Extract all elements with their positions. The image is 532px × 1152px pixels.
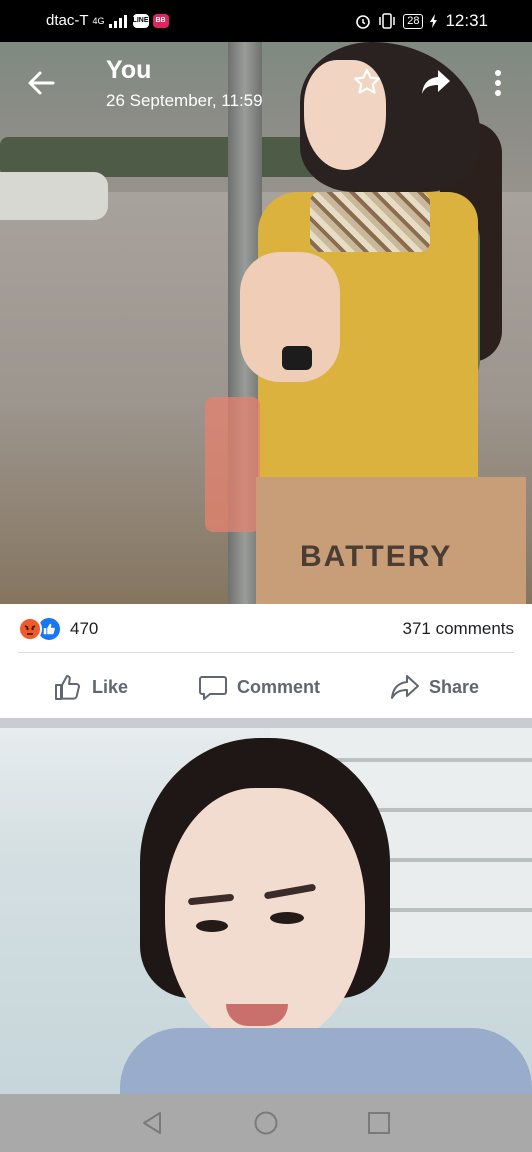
photo2-eye-right	[270, 912, 304, 924]
photo-viewer-header: You 26 September, 11:59	[0, 42, 532, 122]
back-arrow-icon[interactable]	[26, 68, 56, 98]
post-separator	[0, 718, 532, 728]
action-bar: Like Comment Share	[0, 666, 532, 708]
clock: 12:31	[445, 11, 488, 30]
carrier-label: dtac-T	[46, 12, 89, 29]
photo2-eye-left	[196, 920, 228, 932]
reaction-count: 470	[70, 619, 99, 638]
post-photo[interactable]: BATTERY	[0, 42, 532, 604]
nav-back-icon[interactable]	[140, 1110, 166, 1136]
reactions-summary[interactable]: 470	[18, 616, 98, 642]
like-label: Like	[91, 676, 129, 697]
photo-watch	[282, 346, 312, 370]
star-icon[interactable]	[352, 67, 382, 97]
more-options-icon[interactable]	[488, 67, 508, 99]
vibrate-icon	[379, 13, 395, 29]
status-bar: dtac-T 4G LINE BB 28 12:31	[0, 0, 532, 42]
like-button[interactable]: Like	[53, 672, 128, 702]
comment-button[interactable]: Comment	[198, 672, 320, 702]
nav-home-icon[interactable]	[253, 1110, 279, 1136]
photo2-shirt	[120, 1028, 532, 1094]
charging-icon	[430, 14, 438, 28]
nav-recents-icon[interactable]	[366, 1110, 392, 1136]
next-post-photo[interactable]	[0, 728, 532, 1094]
photo-plastic-bag	[205, 397, 260, 532]
status-left: dtac-T 4G LINE BB	[46, 12, 169, 29]
post-header-text: You 26 September, 11:59	[106, 56, 263, 111]
status-right: 28 12:31	[355, 11, 488, 31]
comments-count[interactable]: 371 comments	[403, 619, 515, 639]
share-icon	[390, 675, 419, 699]
share-arrow-icon[interactable]	[420, 68, 452, 96]
post-owner-name[interactable]: You	[106, 56, 263, 85]
thumbs-up-icon	[54, 675, 80, 700]
photo-collar	[310, 192, 430, 252]
system-nav-bar	[0, 1094, 532, 1152]
photo-bag-text: BATTERY	[300, 540, 453, 573]
battery-icon: 28	[403, 13, 424, 29]
share-label: Share	[428, 676, 479, 697]
comment-bubble-icon	[198, 676, 227, 700]
network-label: 4G	[92, 15, 105, 26]
line-app-icon: LINE	[132, 13, 149, 28]
app-notification-icon: BB	[152, 13, 169, 28]
divider	[18, 652, 514, 653]
angry-reaction-icon	[18, 617, 42, 641]
post-timestamp: 26 September, 11:59	[106, 91, 263, 110]
photo-planter	[0, 172, 108, 220]
photo-hedge	[0, 137, 320, 177]
signal-icon	[108, 14, 127, 28]
alarm-icon	[356, 15, 371, 29]
post-actions-panel: 470 371 comments Like Comment Share	[0, 604, 532, 718]
comment-label: Comment	[236, 676, 320, 697]
share-button[interactable]: Share	[390, 672, 479, 702]
